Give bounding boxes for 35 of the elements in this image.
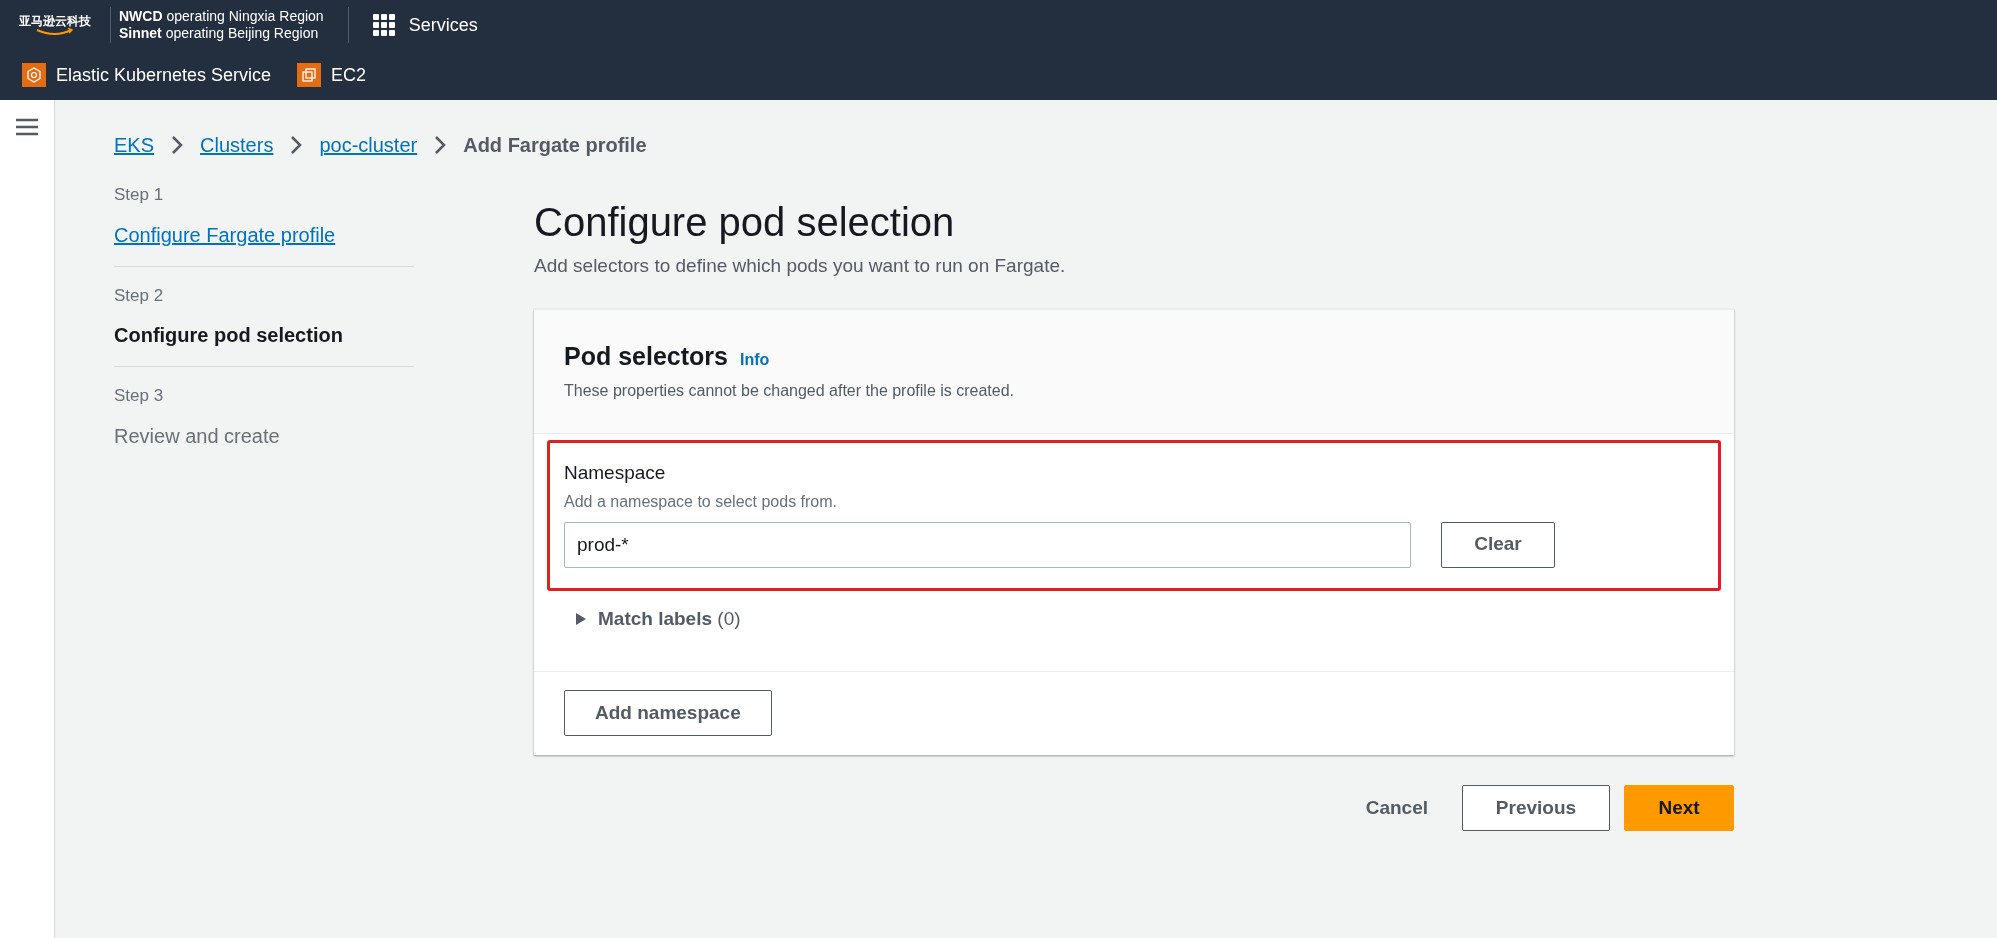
services-button[interactable]: Services bbox=[372, 11, 478, 39]
card-description: These properties cannot be changed after the profile is created. bbox=[564, 381, 1016, 401]
chevron-right-icon bbox=[289, 134, 304, 156]
grid-icon bbox=[372, 14, 395, 36]
chevron-right-icon bbox=[433, 134, 448, 156]
chevron-right-icon bbox=[170, 134, 185, 156]
step-title: Review and create bbox=[114, 423, 281, 449]
step-number: Step 3 bbox=[114, 385, 165, 407]
cancel-button[interactable]: Cancel bbox=[1345, 785, 1448, 831]
step-title: Configure pod selection bbox=[114, 323, 344, 348]
menu-icon[interactable] bbox=[16, 118, 38, 136]
next-button[interactable]: Next bbox=[1624, 785, 1734, 831]
breadcrumb-link[interactable]: poc-cluster bbox=[319, 130, 418, 160]
card-title: Pod selectors bbox=[564, 340, 728, 372]
breadcrumb-link[interactable]: EKS bbox=[114, 130, 155, 160]
step-link[interactable]: Configure Fargate profile bbox=[114, 219, 414, 250]
page-title: Configure pod selection bbox=[534, 199, 956, 246]
add-namespace-button[interactable]: Add namespace bbox=[564, 690, 772, 736]
field-label: Namespace bbox=[564, 461, 667, 485]
page-description: Add selectors to define which pods you want to run on Fargate. bbox=[534, 254, 1067, 278]
breadcrumb-link[interactable]: Clusters bbox=[200, 130, 274, 160]
match-labels-toggle[interactable]: Match labels (0) bbox=[574, 604, 741, 633]
step-number: Step 1 bbox=[114, 184, 165, 206]
info-link[interactable]: Info bbox=[739, 347, 770, 372]
logo[interactable]: 亚马逊云科技 bbox=[18, 14, 102, 36]
clear-button[interactable]: Clear bbox=[1441, 521, 1555, 568]
breadcrumb-current: Add Fargate profile bbox=[463, 133, 647, 158]
previous-button[interactable]: Previous bbox=[1462, 785, 1610, 831]
namespace-field[interactable]: prod-* bbox=[564, 521, 1411, 568]
step-number: Step 2 bbox=[114, 284, 165, 307]
squares-icon bbox=[297, 63, 322, 87]
region-text: NWCD operating Ningxia Region Sinnet operating Beijing Region bbox=[119, 8, 325, 42]
favorite-link[interactable]: EC2 bbox=[297, 61, 367, 89]
favorite-link[interactable]: Elastic Kubernetes Service bbox=[22, 61, 272, 89]
field-hint: Add a namespace to select pods from. bbox=[564, 491, 839, 512]
